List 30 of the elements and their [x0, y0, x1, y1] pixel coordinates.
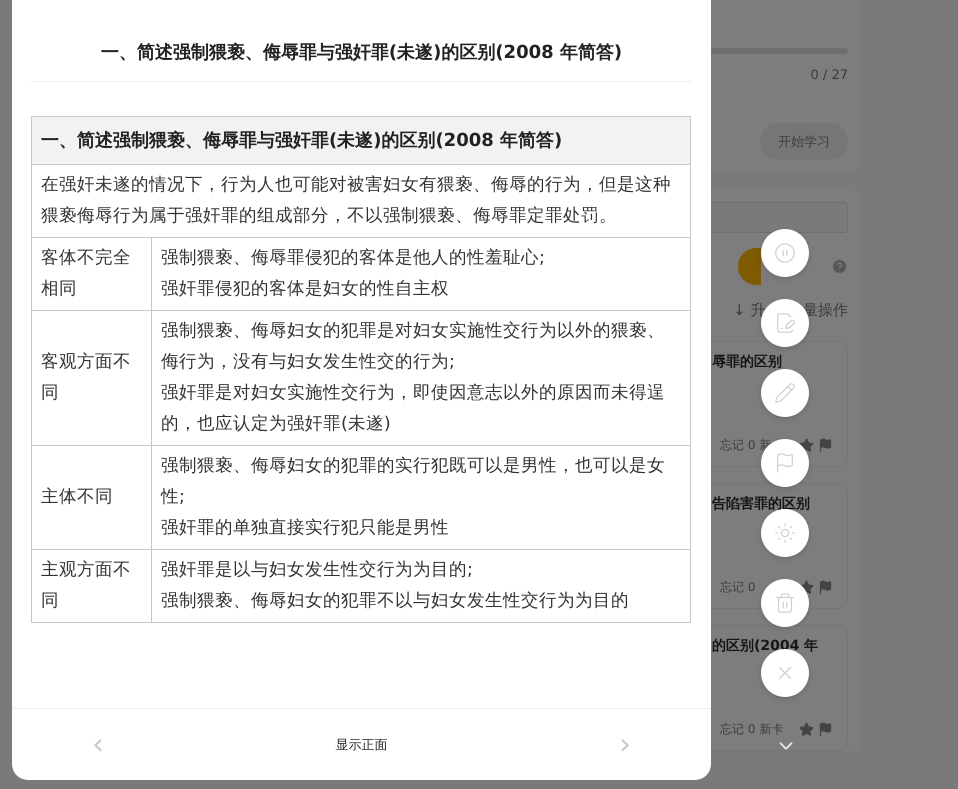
table-header: 一、简述强制猥亵、侮辱罪与强奸罪(未遂)的区别(2008 年简答) — [32, 116, 690, 164]
card-title: 的区别(2004 年 — [712, 637, 820, 655]
table-cell: 主观方面不同 — [32, 550, 152, 622]
pause-icon — [774, 242, 796, 264]
pencil-icon — [774, 382, 796, 404]
sort-control[interactable]: ↓ 升 — [733, 301, 766, 320]
star-icon[interactable] — [799, 722, 814, 737]
table-cell: 强制猥亵、侮辱妇女的犯罪的实行犯既可以是男性，也可以是女性; 强奸罪的单独直接实行犯只能是男性 — [152, 446, 690, 550]
card-stats: 忘记 0 — [720, 579, 756, 596]
flag-icon — [774, 452, 796, 474]
start-study-button[interactable]: 开始学习 — [760, 123, 848, 160]
table-cell: 客体不完全相同 — [32, 238, 152, 310]
progress-count: 0 / 27 — [810, 68, 848, 83]
table-cell: 主体不同 — [32, 446, 152, 550]
delete-icon — [774, 592, 796, 614]
sun-icon — [774, 522, 796, 544]
card-stats: 忘记 0 新卡 — [720, 721, 784, 738]
table-cell: 客观方面不同 — [32, 310, 152, 446]
card-title: 辱罪的区别 — [712, 353, 783, 371]
table-cell: 强制猥亵、侮辱妇女的犯罪是对妇女实施性交行为以外的猥亵、侮行为，没有与妇女发生性交的行为; 强奸罪是对妇女实施性交行为，即使因意志以外的原因而未得逞的，也应认定为强奸罪(未遂) — [152, 310, 690, 446]
table-cell: 强奸罪是以与妇女发生性交行为为目的; 强制猥亵、侮辱妇女的犯罪不以与妇女发生性交行为为目的 — [152, 550, 690, 622]
note-edit-icon — [774, 312, 796, 334]
next-button[interactable]: › — [619, 730, 631, 760]
table-cell: 在强奸未遂的情况下，行为人也可能对被害妇女有猥亵、侮辱的行为，但是这种猥亵侮辱行为属于强奸罪的组成部分，不以强制猥亵、侮辱罪定罪处罚。 — [32, 164, 690, 238]
table-cell: 强制猥亵、侮辱罪侵犯的客体是他人的性羞耻心; 强奸罪侵犯的客体是妇女的性自主权 — [152, 238, 690, 310]
show-front-button[interactable]: 显示正面 — [330, 734, 394, 754]
dialog-title: 一、简述强制猥亵、侮辱罪与强奸罪(未遂)的区别(2008 年简答) — [31, 0, 692, 82]
card-title: 告陷害罪的区别 — [712, 495, 811, 513]
previous-button[interactable]: ‹ — [92, 730, 104, 760]
flag-icon[interactable] — [818, 722, 833, 737]
